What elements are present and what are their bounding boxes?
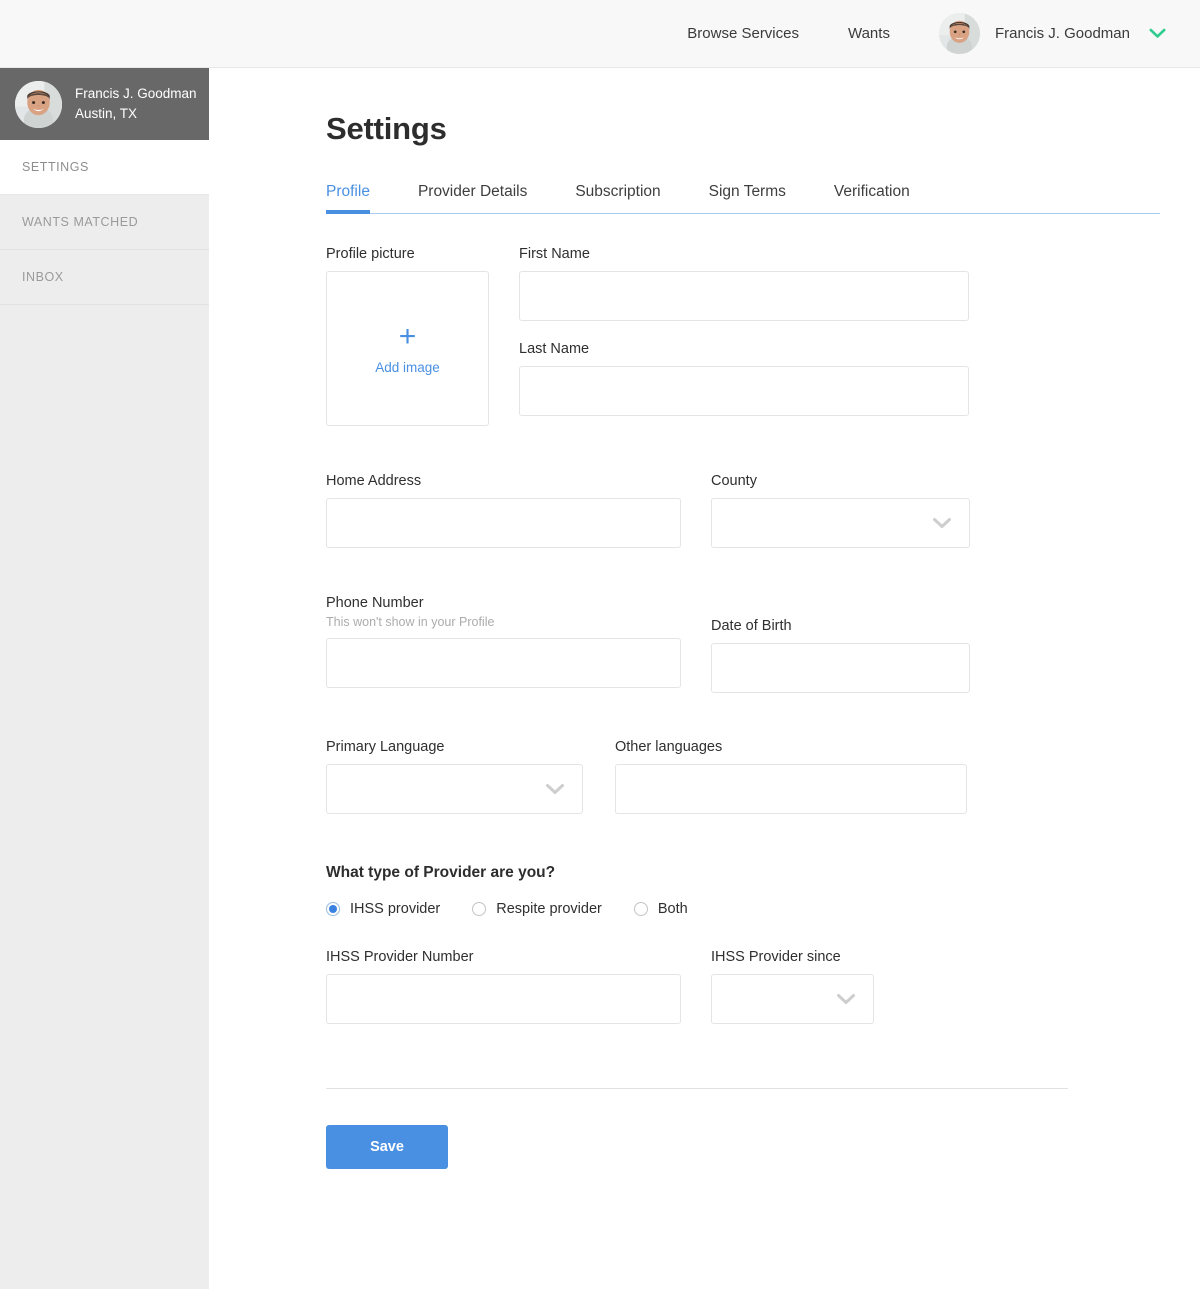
page-title: Settings xyxy=(326,111,447,146)
add-image-dropzone[interactable]: + Add image xyxy=(326,271,489,426)
primary-language-select[interactable] xyxy=(326,764,583,814)
nav-link-wants[interactable]: Wants xyxy=(848,25,890,42)
county-select[interactable] xyxy=(711,498,970,548)
main-content: Settings Profile Provider Details Subscr… xyxy=(209,68,1200,1289)
save-button[interactable]: Save xyxy=(326,1125,448,1169)
sidebar-user-name: Francis J. Goodman xyxy=(75,86,197,102)
county-label: County xyxy=(711,473,757,489)
phone-number-hint: This won't show in your Profile xyxy=(326,615,495,629)
ihss-provider-since-label: IHSS Provider since xyxy=(711,949,841,965)
phone-number-field: Phone Number This won't show in your Pro… xyxy=(326,595,681,693)
last-name-label: Last Name xyxy=(519,341,590,357)
tab-profile[interactable]: Profile xyxy=(326,183,370,214)
phone-number-input[interactable] xyxy=(326,638,681,688)
sidebar: Francis J. Goodman Austin, TX SETTINGS W… xyxy=(0,68,209,1289)
plus-icon: + xyxy=(398,320,417,353)
first-name-input[interactable] xyxy=(519,271,969,321)
date-of-birth-input[interactable] xyxy=(711,643,970,693)
sidebar-item-wants-matched[interactable]: WANTS MATCHED xyxy=(0,195,209,250)
profile-picture-label: Profile picture xyxy=(326,246,415,262)
home-address-field: Home Address xyxy=(326,473,681,548)
primary-language-select-wrapper xyxy=(326,764,583,814)
radio-button-icon[interactable] xyxy=(633,902,648,916)
other-languages-field: Other languages xyxy=(615,739,967,814)
tab-verification[interactable]: Verification xyxy=(834,183,910,213)
ihss-provider-number-field: IHSS Provider Number xyxy=(326,949,681,1024)
names-column: First Name Last Name xyxy=(519,246,969,416)
radio-button-icon[interactable] xyxy=(326,902,340,916)
ihss-provider-since-select[interactable] xyxy=(711,974,874,1024)
profile-picture-field: Profile picture + Add image xyxy=(326,246,489,426)
primary-language-field: Primary Language xyxy=(326,739,583,814)
radio-respite-provider[interactable]: Respite provider xyxy=(472,901,602,917)
radio-label: Respite provider xyxy=(496,901,602,917)
avatar xyxy=(15,80,62,128)
date-of-birth-field: Date of Birth xyxy=(711,595,970,693)
tab-label: Profile xyxy=(326,183,370,200)
county-select-wrapper xyxy=(711,498,970,548)
phone-number-label: Phone Number xyxy=(326,595,424,611)
add-image-label: Add image xyxy=(375,360,440,375)
tab-subscription[interactable]: Subscription xyxy=(575,183,660,213)
ihss-provider-since-select-wrapper xyxy=(711,974,874,1024)
profile-form: Profile picture + Add image First Name L… xyxy=(326,214,1160,1169)
settings-tabs: Profile Provider Details Subscription Si… xyxy=(326,183,1160,214)
radio-ihss-provider[interactable]: IHSS provider xyxy=(326,901,440,917)
ihss-row: IHSS Provider Number IHSS Provider since xyxy=(326,949,1160,1024)
phone-dob-row: Phone Number This won't show in your Pro… xyxy=(326,595,1160,693)
avatar xyxy=(938,13,980,54)
provider-type-section: What type of Provider are you? IHSS prov… xyxy=(326,864,1160,917)
tab-label: Sign Terms xyxy=(708,183,786,200)
sidebar-item-label: WANTS MATCHED xyxy=(22,215,139,229)
last-name-input[interactable] xyxy=(519,366,969,416)
sidebar-user-info: Francis J. Goodman Austin, TX xyxy=(75,84,197,123)
provider-type-question: What type of Provider are you? xyxy=(326,864,556,881)
settings-content: Settings Profile Provider Details Subscr… xyxy=(326,111,1160,1169)
top-navigation-links: Browse Services Wants Francis J. Goodman xyxy=(687,13,1200,54)
ihss-provider-number-label: IHSS Provider Number xyxy=(326,949,474,965)
radio-label: Both xyxy=(657,901,688,917)
tab-sign-terms[interactable]: Sign Terms xyxy=(709,183,786,213)
sidebar-item-label: SETTINGS xyxy=(22,160,89,174)
primary-language-label: Primary Language xyxy=(326,739,445,755)
nav-link-browse-services[interactable]: Browse Services xyxy=(687,25,799,42)
home-address-label: Home Address xyxy=(326,473,422,489)
sidebar-user-location: Austin, TX xyxy=(75,106,138,121)
last-name-field: Last Name xyxy=(519,341,969,416)
user-menu[interactable]: Francis J. Goodman xyxy=(938,13,1166,54)
radio-button-icon[interactable] xyxy=(472,902,487,916)
first-name-label: First Name xyxy=(519,246,590,262)
user-menu-name: Francis J. Goodman xyxy=(994,25,1130,42)
tab-label: Subscription xyxy=(575,183,661,200)
provider-type-radio-group: IHSS provider Respite provider Both xyxy=(326,901,1160,917)
county-field: County xyxy=(711,473,970,548)
other-languages-input[interactable] xyxy=(615,764,967,814)
tab-label: Verification xyxy=(833,183,910,200)
sidebar-item-inbox[interactable]: INBOX xyxy=(0,250,209,305)
address-county-row: Home Address County xyxy=(326,473,1160,548)
tab-provider-details[interactable]: Provider Details xyxy=(418,183,527,213)
top-navigation-bar: Browse Services Wants Francis J. Goodman xyxy=(0,0,1200,68)
radio-label: IHSS provider xyxy=(350,901,441,917)
settings-page: Browse Services Wants Francis J. Goodman… xyxy=(0,0,1200,1289)
other-languages-label: Other languages xyxy=(615,739,723,755)
ihss-provider-number-input[interactable] xyxy=(326,974,681,1024)
home-address-input[interactable] xyxy=(326,498,681,548)
languages-row: Primary Language Other languages xyxy=(326,739,1160,814)
form-divider xyxy=(326,1088,1068,1089)
date-of-birth-label: Date of Birth xyxy=(711,618,792,634)
first-name-field: First Name xyxy=(519,246,969,321)
ihss-provider-since-field: IHSS Provider since xyxy=(711,949,874,1024)
sidebar-user-card[interactable]: Francis J. Goodman Austin, TX xyxy=(0,68,209,140)
radio-both[interactable]: Both xyxy=(633,901,688,917)
sidebar-item-label: INBOX xyxy=(22,270,64,284)
chevron-down-icon[interactable] xyxy=(1149,28,1166,39)
sidebar-item-settings[interactable]: SETTINGS xyxy=(0,140,209,195)
picture-and-names-row: Profile picture + Add image First Name L… xyxy=(326,246,1160,426)
tab-label: Provider Details xyxy=(417,183,528,200)
